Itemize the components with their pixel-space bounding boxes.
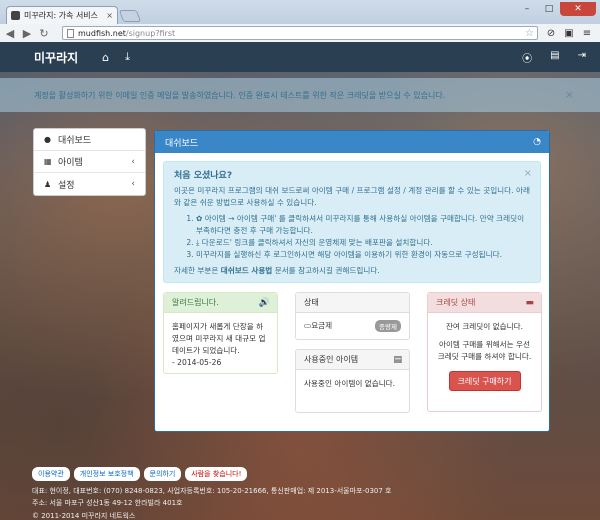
chevron-left-icon: ‹ [131, 156, 135, 167]
sidebar-item-settings[interactable]: ♟ 설정 ‹ [34, 173, 145, 195]
sidebar-item-label: 대쉬보드 [58, 136, 92, 146]
welcome-callout: × 처음 오셨나요? 이곳은 미꾸라지 프로그램의 대쉬 보드로써 아이템 구매… [163, 161, 541, 283]
browser-toolbar: ◀ ▶ ↻ mudfish.net/signup?first ☆ ⊘ ▣ ≡ [0, 24, 600, 42]
money-icon: ▭ [304, 321, 312, 330]
window-controls: – □ ✕ [516, 2, 596, 16]
panel-header: 대쉬보드 ◔ [155, 131, 549, 153]
url-text: mudfish.net/signup?first [78, 28, 176, 38]
status-title: 상태 [304, 298, 319, 307]
sidebar: ● 대쉬보드 ▦ 아이템 ‹ ♟ 설정 ‹ [33, 128, 146, 196]
sidebar-item-items[interactable]: ▦ 아이템 ‹ [34, 151, 145, 173]
active-items-header: 사용중인 아이템 ▤ [296, 350, 409, 370]
tab-title: 미꾸라지: 가속 서비스 [24, 11, 99, 20]
th-large-icon: ▦ [44, 157, 52, 166]
email-verification-alert: 계정을 활성화하기 위한 이메일 인증 메일을 발송하였습니다. 인증 완료시 … [0, 78, 600, 112]
dashboard-panel: 대쉬보드 ◔ × 처음 오셨나요? 이곳은 미꾸라지 프로그램의 대쉬 보드로써… [154, 130, 550, 432]
welcome-heading: 처음 오셨나요? [174, 171, 233, 181]
dashboard-guide-link[interactable]: 대쉬보드 사용법 [221, 266, 273, 275]
address-bar[interactable]: mudfish.net/signup?first ☆ [62, 26, 538, 40]
app-navbar: 미꾸라지 ⌂ ⤓ ⦿ ▤ ⇥ [0, 42, 600, 72]
tab-close-button[interactable]: × [106, 11, 113, 20]
panel-title: 대쉬보드 [165, 138, 199, 149]
terms-link[interactable]: 이용약관 [32, 467, 70, 481]
document-icon[interactable]: ▤ [550, 50, 559, 65]
extension-window-icon[interactable]: ▣ [562, 26, 576, 40]
welcome-step: 미꾸라지를 실행하신 후 로그인하시면 해당 아이템을 이용하기 위한 환경이 … [196, 249, 530, 261]
extension-icon[interactable]: ⊘ [544, 26, 558, 40]
sidebar-item-label: 아이템 [58, 158, 83, 168]
download-icon[interactable]: ⤓ [125, 50, 130, 64]
welcome-step: ⤓ 다운로드' 링크를 클릭하셔서 자신의 운영체제 맞는 배포판을 설치합니다… [196, 237, 530, 249]
notice-body: 홈페이지가 새롭게 단장을 하였으며 미꾸라지 새 대규모 업데이트가 되었습니… [172, 322, 266, 355]
welcome-step: ✿ 아이템 → 아이템 구매' 를 클릭하셔서 미꾸라지를 통해 사용하실 아이… [196, 213, 530, 237]
welcome-outro: 자세한 부분은 대쉬보드 사용법 문서를 참고하시길 권해드립니다. [174, 266, 380, 275]
credit-help-text: 아이템 구매를 위해서는 우선 크레딧 구매를 하셔야 합니다. [437, 340, 532, 361]
credit-box: 크레딧 상태 ▬ 잔여 크레딧이 없습니다. 아이템 구매를 위해서는 우선 크… [427, 292, 542, 412]
notification-icon[interactable]: ⦿ [522, 50, 532, 65]
privacy-link[interactable]: 개인정보 보호정책 [73, 467, 140, 481]
footer-company-info: 대표: 현이정, 대표번호: (070) 8248-0823, 사업자등록번호:… [32, 487, 392, 495]
menu-icon[interactable]: ≡ [580, 26, 594, 40]
page-icon [67, 28, 74, 38]
alert-close-button[interactable]: × [565, 88, 574, 101]
status-box: 상태 ▭ 요금제 종량제 [295, 292, 410, 340]
footer-address: 주소: 서울 마포구 성산1동 49-12 한라빌라 401호 [32, 499, 183, 507]
back-arrow-icon[interactable]: ◀ [3, 26, 17, 40]
brand-logo[interactable]: 미꾸라지 [34, 49, 78, 66]
new-tab-button[interactable] [118, 10, 142, 22]
user-icon: ♟ [44, 179, 52, 189]
welcome-intro: 이곳은 미꾸라지 프로그램의 대쉬 보드로써 아이템 구매 / 프로그램 설정 … [174, 186, 530, 207]
reload-icon[interactable]: ↻ [37, 26, 51, 40]
browser-tab[interactable]: 미꾸라지: 가속 서비스 × [6, 6, 118, 24]
credit-header: 크레딧 상태 ▬ [428, 293, 541, 313]
credit-empty-text: 잔여 크레딧이 없습니다. [445, 322, 524, 331]
home-icon[interactable]: ⌂ [102, 51, 109, 64]
alert-text: 계정을 활성화하기 위한 이메일 인증 메일을 발송하였습니다. 인증 완료시 … [34, 90, 446, 100]
credit-title: 크레딧 상태 [436, 298, 476, 307]
browser-chrome: 미꾸라지: 가속 서비스 × – □ ✕ ◀ ▶ ↻ mudfish.net/s… [0, 0, 600, 42]
status-header: 상태 [296, 293, 409, 313]
welcome-steps: ✿ 아이템 → 아이템 구매' 를 클릭하셔서 미꾸라지를 통해 사용하실 아이… [196, 213, 530, 261]
buy-credit-button[interactable]: 크레딧 구매하기 [448, 371, 521, 391]
contact-link[interactable]: 문의하기 [143, 467, 182, 481]
favicon-icon [11, 11, 20, 20]
speaker-icon: 🔊 [258, 297, 270, 308]
plan-label: 요금제 [311, 321, 333, 330]
sidebar-item-label: 설정 [58, 180, 75, 191]
sidebar-item-dashboard[interactable]: ● 대쉬보드 [34, 129, 145, 151]
maximize-button[interactable]: □ [538, 2, 560, 16]
plan-badge: 종량제 [375, 319, 401, 332]
notice-header: 알려드립니다. 🔊 [164, 293, 277, 313]
notice-date: - 2014-05-26 [172, 358, 222, 367]
active-items-box: 사용중인 아이템 ▤ 사용중인 아이템이 없습니다. [295, 349, 410, 413]
active-items-body: 사용중인 아이템이 없습니다. [304, 379, 396, 388]
list-icon: ▤ [393, 354, 402, 365]
dashboard-gauge-icon: ◔ [533, 137, 541, 147]
minimize-button[interactable]: – [516, 2, 538, 16]
active-items-title: 사용중인 아이템 [304, 355, 359, 364]
info-circle-icon: ● [44, 135, 51, 144]
plan-row: ▭ 요금제 종량제 [296, 313, 409, 338]
logout-icon[interactable]: ⇥ [578, 50, 586, 65]
credit-card-icon: ▬ [525, 297, 534, 308]
footer-links: 이용약관 개인정보 보호정책 문의하기 사람을 찾습니다! [32, 467, 248, 481]
bookmark-star-icon[interactable]: ☆ [525, 28, 534, 39]
notice-box: 알려드립니다. 🔊 홈페이지가 새롭게 단장을 하였으며 미꾸라지 새 대규모 … [163, 292, 278, 374]
chevron-left-icon: ‹ [131, 179, 135, 189]
footer-copyright: © 2011-2014 미꾸라지 네트웍스 [32, 512, 136, 520]
gift-icon: ✿ [196, 214, 205, 223]
forward-arrow-icon[interactable]: ▶ [20, 26, 34, 40]
close-window-button[interactable]: ✕ [560, 2, 596, 16]
notice-title: 알려드립니다. [172, 298, 219, 307]
welcome-close-button[interactable]: × [524, 168, 532, 179]
hiring-link[interactable]: 사람을 찾습니다! [185, 467, 248, 481]
